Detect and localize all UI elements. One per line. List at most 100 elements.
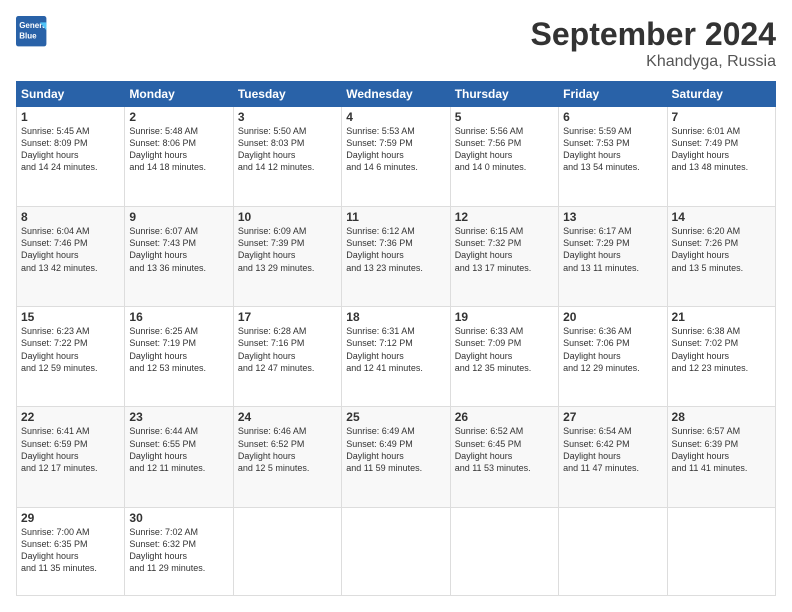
- day-number: 24: [238, 410, 337, 424]
- calendar-cell: 3Sunrise: 5:50 AMSunset: 8:03 PMDaylight…: [233, 107, 341, 207]
- calendar-cell: 27Sunrise: 6:54 AMSunset: 6:42 PMDayligh…: [559, 407, 667, 507]
- day-number: 20: [563, 310, 662, 324]
- calendar-cell: 4Sunrise: 5:53 AMSunset: 7:59 PMDaylight…: [342, 107, 450, 207]
- calendar-cell: [342, 507, 450, 595]
- header-monday: Monday: [125, 82, 233, 107]
- day-info: Sunrise: 6:12 AMSunset: 7:36 PMDaylight …: [346, 225, 445, 274]
- day-info: Sunrise: 6:46 AMSunset: 6:52 PMDaylight …: [238, 425, 337, 474]
- day-info: Sunrise: 7:00 AMSunset: 6:35 PMDaylight …: [21, 526, 120, 575]
- day-number: 6: [563, 110, 662, 124]
- day-info: Sunrise: 6:38 AMSunset: 7:02 PMDaylight …: [672, 325, 771, 374]
- calendar-cell: 21Sunrise: 6:38 AMSunset: 7:02 PMDayligh…: [667, 307, 775, 407]
- calendar-cell: 9Sunrise: 6:07 AMSunset: 7:43 PMDaylight…: [125, 207, 233, 307]
- day-number: 29: [21, 511, 120, 525]
- calendar-cell: [450, 507, 558, 595]
- header-thursday: Thursday: [450, 82, 558, 107]
- day-number: 3: [238, 110, 337, 124]
- day-number: 4: [346, 110, 445, 124]
- calendar-cell: 26Sunrise: 6:52 AMSunset: 6:45 PMDayligh…: [450, 407, 558, 507]
- day-number: 10: [238, 210, 337, 224]
- day-info: Sunrise: 6:23 AMSunset: 7:22 PMDaylight …: [21, 325, 120, 374]
- header-sunday: Sunday: [17, 82, 125, 107]
- calendar-cell: 7Sunrise: 6:01 AMSunset: 7:49 PMDaylight…: [667, 107, 775, 207]
- day-number: 28: [672, 410, 771, 424]
- day-number: 17: [238, 310, 337, 324]
- day-info: Sunrise: 6:15 AMSunset: 7:32 PMDaylight …: [455, 225, 554, 274]
- day-number: 26: [455, 410, 554, 424]
- location: Khandyga, Russia: [531, 53, 776, 71]
- day-number: 15: [21, 310, 120, 324]
- calendar-cell: 29Sunrise: 7:00 AMSunset: 6:35 PMDayligh…: [17, 507, 125, 595]
- header-wednesday: Wednesday: [342, 82, 450, 107]
- day-number: 9: [129, 210, 228, 224]
- header-saturday: Saturday: [667, 82, 775, 107]
- day-number: 27: [563, 410, 662, 424]
- day-number: 25: [346, 410, 445, 424]
- calendar-cell: 5Sunrise: 5:56 AMSunset: 7:56 PMDaylight…: [450, 107, 558, 207]
- day-info: Sunrise: 5:56 AMSunset: 7:56 PMDaylight …: [455, 125, 554, 174]
- calendar-cell: 20Sunrise: 6:36 AMSunset: 7:06 PMDayligh…: [559, 307, 667, 407]
- calendar-cell: 6Sunrise: 5:59 AMSunset: 7:53 PMDaylight…: [559, 107, 667, 207]
- header-friday: Friday: [559, 82, 667, 107]
- header: General Blue General Blue September 2024…: [16, 16, 776, 71]
- calendar-cell: 25Sunrise: 6:49 AMSunset: 6:49 PMDayligh…: [342, 407, 450, 507]
- day-info: Sunrise: 6:49 AMSunset: 6:49 PMDaylight …: [346, 425, 445, 474]
- day-info: Sunrise: 6:54 AMSunset: 6:42 PMDaylight …: [563, 425, 662, 474]
- day-info: Sunrise: 6:41 AMSunset: 6:59 PMDaylight …: [21, 425, 120, 474]
- calendar-cell: 28Sunrise: 6:57 AMSunset: 6:39 PMDayligh…: [667, 407, 775, 507]
- calendar-cell: [233, 507, 341, 595]
- day-number: 13: [563, 210, 662, 224]
- day-number: 16: [129, 310, 228, 324]
- day-info: Sunrise: 7:02 AMSunset: 6:32 PMDaylight …: [129, 526, 228, 575]
- day-info: Sunrise: 6:57 AMSunset: 6:39 PMDaylight …: [672, 425, 771, 474]
- calendar-cell: 19Sunrise: 6:33 AMSunset: 7:09 PMDayligh…: [450, 307, 558, 407]
- day-info: Sunrise: 6:01 AMSunset: 7:49 PMDaylight …: [672, 125, 771, 174]
- calendar-cell: 24Sunrise: 6:46 AMSunset: 6:52 PMDayligh…: [233, 407, 341, 507]
- calendar-cell: 2Sunrise: 5:48 AMSunset: 8:06 PMDaylight…: [125, 107, 233, 207]
- day-info: Sunrise: 6:09 AMSunset: 7:39 PMDaylight …: [238, 225, 337, 274]
- calendar-cell: 12Sunrise: 6:15 AMSunset: 7:32 PMDayligh…: [450, 207, 558, 307]
- calendar-cell: 1Sunrise: 5:45 AMSunset: 8:09 PMDaylight…: [17, 107, 125, 207]
- day-number: 2: [129, 110, 228, 124]
- day-number: 30: [129, 511, 228, 525]
- day-number: 7: [672, 110, 771, 124]
- header-tuesday: Tuesday: [233, 82, 341, 107]
- calendar-table: Sunday Monday Tuesday Wednesday Thursday…: [16, 81, 776, 596]
- calendar-cell: 17Sunrise: 6:28 AMSunset: 7:16 PMDayligh…: [233, 307, 341, 407]
- day-number: 19: [455, 310, 554, 324]
- day-info: Sunrise: 6:31 AMSunset: 7:12 PMDaylight …: [346, 325, 445, 374]
- day-number: 22: [21, 410, 120, 424]
- day-info: Sunrise: 6:17 AMSunset: 7:29 PMDaylight …: [563, 225, 662, 274]
- day-info: Sunrise: 6:28 AMSunset: 7:16 PMDaylight …: [238, 325, 337, 374]
- day-number: 1: [21, 110, 120, 124]
- day-info: Sunrise: 6:52 AMSunset: 6:45 PMDaylight …: [455, 425, 554, 474]
- logo-icon: General Blue: [16, 16, 48, 48]
- calendar-cell: 8Sunrise: 6:04 AMSunset: 7:46 PMDaylight…: [17, 207, 125, 307]
- day-number: 8: [21, 210, 120, 224]
- day-info: Sunrise: 6:44 AMSunset: 6:55 PMDaylight …: [129, 425, 228, 474]
- calendar-cell: [559, 507, 667, 595]
- weekday-header-row: Sunday Monday Tuesday Wednesday Thursday…: [17, 82, 776, 107]
- day-info: Sunrise: 5:48 AMSunset: 8:06 PMDaylight …: [129, 125, 228, 174]
- title-area: September 2024 Khandyga, Russia: [531, 16, 776, 71]
- day-number: 14: [672, 210, 771, 224]
- day-info: Sunrise: 6:25 AMSunset: 7:19 PMDaylight …: [129, 325, 228, 374]
- day-info: Sunrise: 5:45 AMSunset: 8:09 PMDaylight …: [21, 125, 120, 174]
- calendar-cell: 14Sunrise: 6:20 AMSunset: 7:26 PMDayligh…: [667, 207, 775, 307]
- page: General Blue General Blue September 2024…: [0, 0, 792, 612]
- day-number: 11: [346, 210, 445, 224]
- calendar-cell: 13Sunrise: 6:17 AMSunset: 7:29 PMDayligh…: [559, 207, 667, 307]
- day-number: 18: [346, 310, 445, 324]
- calendar-cell: [667, 507, 775, 595]
- day-number: 5: [455, 110, 554, 124]
- day-info: Sunrise: 6:20 AMSunset: 7:26 PMDaylight …: [672, 225, 771, 274]
- day-number: 12: [455, 210, 554, 224]
- calendar-cell: 15Sunrise: 6:23 AMSunset: 7:22 PMDayligh…: [17, 307, 125, 407]
- day-info: Sunrise: 6:33 AMSunset: 7:09 PMDaylight …: [455, 325, 554, 374]
- logo: General Blue General Blue: [16, 16, 52, 48]
- calendar-cell: 16Sunrise: 6:25 AMSunset: 7:19 PMDayligh…: [125, 307, 233, 407]
- calendar-cell: 23Sunrise: 6:44 AMSunset: 6:55 PMDayligh…: [125, 407, 233, 507]
- day-info: Sunrise: 6:07 AMSunset: 7:43 PMDaylight …: [129, 225, 228, 274]
- calendar-cell: 30Sunrise: 7:02 AMSunset: 6:32 PMDayligh…: [125, 507, 233, 595]
- calendar-cell: 18Sunrise: 6:31 AMSunset: 7:12 PMDayligh…: [342, 307, 450, 407]
